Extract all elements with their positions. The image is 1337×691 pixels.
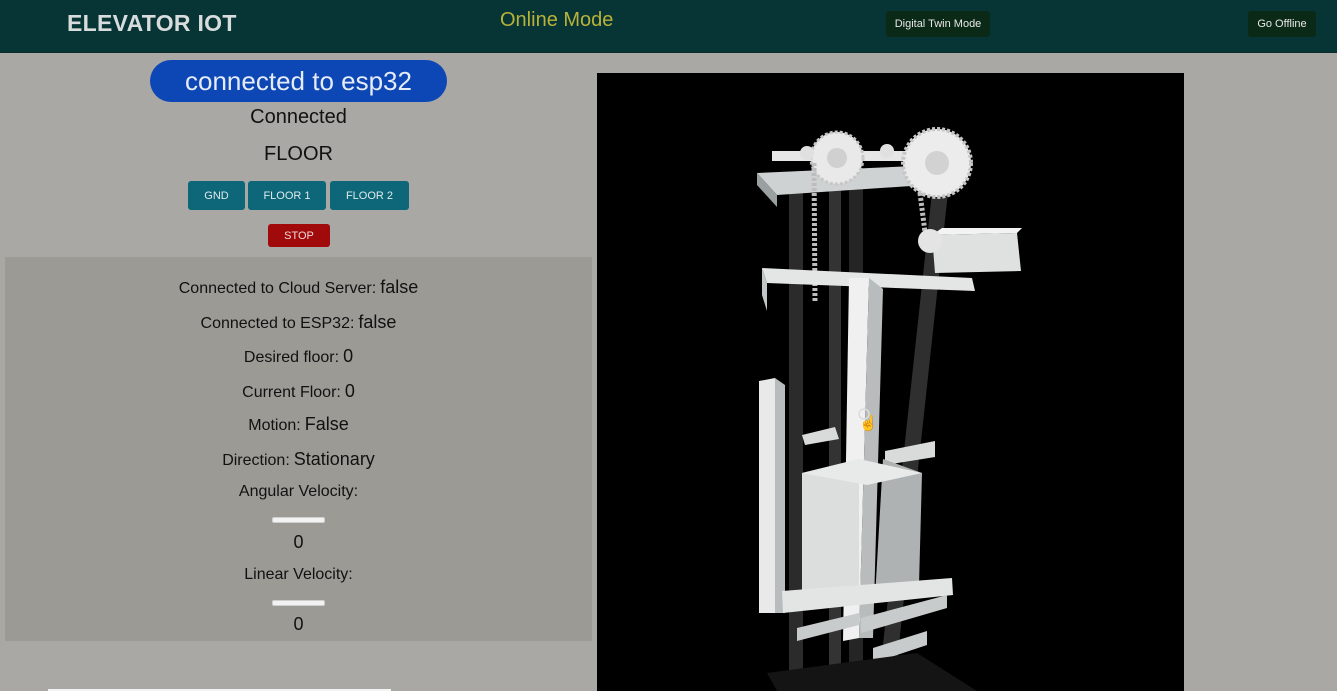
desired-floor-label: Desired floor:	[243, 349, 340, 366]
digital-twin-mode-button[interactable]: Digital Twin Mode	[886, 11, 990, 37]
current-floor-label: Current Floor:	[242, 384, 341, 401]
floor-1-button[interactable]: FLOOR 1	[248, 181, 326, 210]
motion-row: Motion: False	[5, 414, 592, 435]
current-floor-row: Current Floor: 0	[5, 381, 592, 402]
top-navbar: ELEVATOR IOT Online Mode Digital Twin Mo…	[0, 0, 1337, 53]
esp-status-value: false	[358, 312, 397, 332]
status-panel: Connected to Cloud Server: false Connecte…	[5, 257, 592, 641]
desired-floor-row: Desired floor: 0	[5, 346, 592, 367]
direction-label: Direction:	[222, 452, 290, 469]
go-offline-button[interactable]: Go Offline	[1248, 11, 1316, 37]
direction-row: Direction: Stationary	[5, 449, 592, 470]
angular-velocity-slider[interactable]	[272, 517, 325, 523]
angular-velocity-value: 0	[293, 532, 304, 552]
linear-velocity-row: Linear Velocity:	[5, 566, 592, 584]
linear-velocity-value: 0	[293, 614, 304, 634]
hand-pointer-icon: ☝	[859, 415, 878, 432]
esp-status-label: Connected to ESP32:	[200, 315, 355, 332]
linear-velocity-label: Linear Velocity:	[244, 566, 353, 583]
cloud-status-label: Connected to Cloud Server:	[178, 280, 377, 297]
app-title: ELEVATOR IOT	[67, 10, 237, 36]
elevator-3d-viewer[interactable]: ☝	[597, 73, 1184, 691]
current-floor-value: 0	[344, 381, 355, 401]
motion-value: False	[304, 414, 349, 434]
direction-value: Stationary	[293, 449, 375, 469]
angular-velocity-label: Angular Velocity:	[238, 483, 359, 500]
floor-2-button[interactable]: FLOOR 2	[330, 181, 409, 210]
linear-velocity-slider[interactable]	[272, 600, 325, 606]
motion-label: Motion:	[248, 417, 301, 434]
mode-indicator: Online Mode	[500, 9, 614, 31]
desired-floor-value: 0	[343, 346, 354, 366]
elevator-3d-model	[757, 127, 1022, 691]
connection-pill: connected to esp32	[150, 60, 447, 102]
floor-heading: FLOOR	[264, 143, 333, 165]
connection-status: Connected	[250, 106, 347, 128]
esp-status-row: Connected to ESP32: false	[5, 312, 592, 333]
cloud-status-value: false	[380, 277, 419, 297]
floor-gnd-button[interactable]: GND	[188, 181, 245, 210]
stop-button[interactable]: STOP	[268, 224, 330, 247]
angular-velocity-row: Angular Velocity:	[5, 483, 592, 501]
cloud-status-row: Connected to Cloud Server: false	[5, 277, 592, 298]
